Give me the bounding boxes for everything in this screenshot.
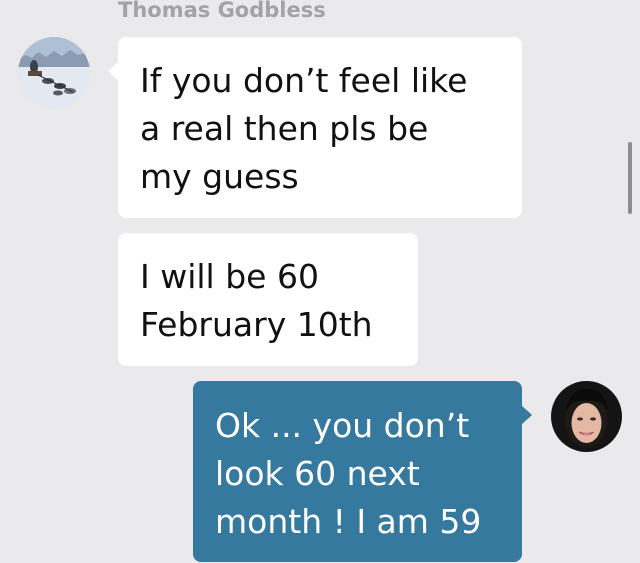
scrollbar[interactable] bbox=[628, 142, 632, 214]
contact-avatar[interactable] bbox=[18, 37, 90, 109]
incoming-message[interactable]: If you don’t feel like a real then pls b… bbox=[118, 37, 522, 218]
incoming-message[interactable]: I will be 60 February 10th bbox=[118, 233, 418, 366]
user-photo-icon bbox=[551, 381, 622, 452]
bubble-tail bbox=[521, 405, 532, 425]
dog-sled-photo-icon bbox=[18, 37, 90, 109]
user-avatar[interactable] bbox=[551, 381, 622, 452]
sender-name: Thomas Godbless bbox=[118, 0, 326, 22]
outgoing-message[interactable]: Ok ... you don’t look 60 next month ! I … bbox=[193, 381, 522, 562]
